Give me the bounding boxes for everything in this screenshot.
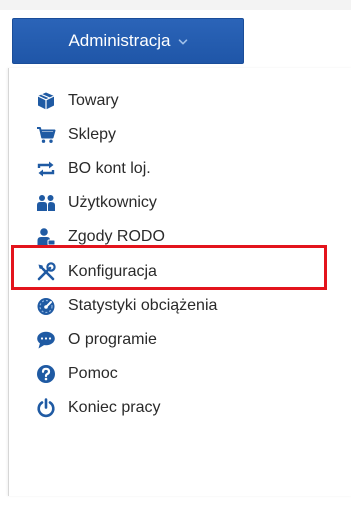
- menu-item-uzytkownicy[interactable]: Użytkownicy: [9, 186, 351, 220]
- menu-item-koniec-pracy[interactable]: Koniec pracy: [9, 391, 351, 425]
- menu-item-statystyki-obciazenia[interactable]: Statystyki obciążenia: [9, 289, 351, 323]
- menu-item-label: Zgody RODO: [68, 228, 165, 246]
- menu-item-zgody-rodo[interactable]: Zgody RODO: [9, 220, 351, 254]
- menu-item-label: BO kont loj.: [68, 160, 151, 178]
- menu-item-label: Towary: [68, 92, 119, 110]
- menu-item-label: Koniec pracy: [68, 398, 161, 416]
- user-consent-icon: [35, 226, 57, 248]
- comment-icon: [35, 329, 57, 351]
- menu-item-label: Użytkownicy: [68, 194, 157, 212]
- administracja-label: Administracja: [68, 31, 171, 50]
- dashboard-icon: [35, 295, 57, 317]
- menu-item-label: Statystyki obciążenia: [68, 296, 218, 314]
- help-icon: [35, 363, 57, 385]
- top-strip: [0, 0, 351, 10]
- menu-item-label: O programie: [68, 330, 157, 348]
- cart-icon: [35, 124, 57, 146]
- menu-item-label: Konfiguracja: [68, 262, 157, 280]
- menu-item-label: Sklepy: [68, 126, 117, 144]
- menu-item-sklepy[interactable]: Sklepy: [9, 118, 351, 152]
- administracja-menu-button[interactable]: Administracja: [12, 18, 244, 64]
- sync-icon: [35, 158, 57, 180]
- users-icon: [35, 192, 57, 214]
- menu-item-towary[interactable]: Towary: [9, 84, 351, 118]
- package-icon: [35, 90, 57, 112]
- chevron-down-icon: [178, 39, 187, 45]
- tools-icon: [35, 261, 57, 283]
- menu-item-bo-kont-loj[interactable]: BO kont loj.: [9, 152, 351, 186]
- administracja-dropdown-menu: Towary Sklepy BO kont loj. Użytkownicy Z…: [8, 68, 351, 496]
- menu-item-o-programie[interactable]: O programie: [9, 323, 351, 357]
- menu-item-konfiguracja[interactable]: Konfiguracja: [9, 254, 351, 288]
- menu-item-label: Pomoc: [68, 364, 118, 382]
- power-icon: [35, 397, 57, 419]
- menu-item-pomoc[interactable]: Pomoc: [9, 357, 351, 391]
